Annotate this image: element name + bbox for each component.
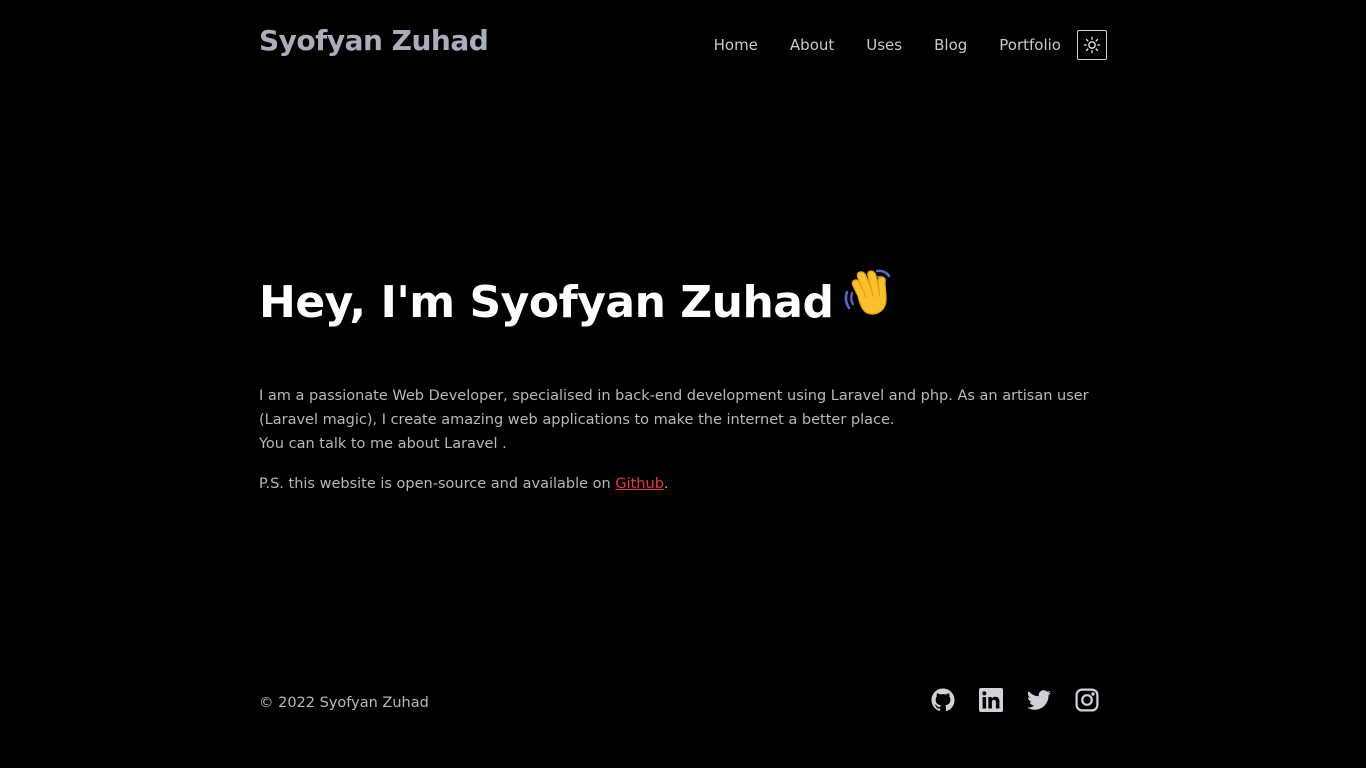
ps-prefix: P.S. this website is open-source and ava… xyxy=(259,476,616,492)
site-header: Syofyan Zuhad Home About Uses Blog Portf… xyxy=(259,0,1107,90)
intro-text: I am a passionate Web Developer, special… xyxy=(259,384,1107,496)
waving-hand-icon xyxy=(841,266,897,336)
intro-line-1: I am a passionate Web Developer, special… xyxy=(259,388,1089,428)
intro-line-2: You can talk to me about Laravel . xyxy=(259,436,507,452)
github-icon[interactable] xyxy=(931,688,955,712)
sun-icon xyxy=(1083,36,1101,54)
theme-toggle-button[interactable] xyxy=(1077,30,1107,60)
instagram-icon[interactable] xyxy=(1075,688,1099,712)
intro-paragraph: I am a passionate Web Developer, special… xyxy=(259,384,1107,456)
twitter-icon[interactable] xyxy=(1027,688,1051,712)
hero-heading: Hey, I'm Syofyan Zuhad xyxy=(259,269,1107,340)
ps-paragraph: P.S. this website is open-source and ava… xyxy=(259,472,1107,496)
main-nav: Home About Uses Blog Portfolio xyxy=(714,29,1107,61)
linkedin-icon[interactable] xyxy=(979,688,1003,712)
nav-uses-link[interactable]: Uses xyxy=(866,36,902,54)
ps-suffix: . xyxy=(663,476,669,492)
nav-portfolio-link[interactable]: Portfolio xyxy=(999,36,1061,54)
github-link[interactable]: Github xyxy=(615,476,664,492)
page-container: Syofyan Zuhad Home About Uses Blog Portf… xyxy=(259,0,1107,768)
nav-home-link[interactable]: Home xyxy=(714,36,758,54)
nav-about-link[interactable]: About xyxy=(790,36,834,54)
hero-heading-text: Hey, I'm Syofyan Zuhad xyxy=(259,277,834,328)
social-links xyxy=(931,688,1099,712)
site-brand-link[interactable]: Syofyan Zuhad xyxy=(259,24,489,57)
copyright-text: © 2022 Syofyan Zuhad xyxy=(259,695,429,711)
site-footer: © 2022 Syofyan Zuhad xyxy=(259,686,1107,726)
hero-section: Hey, I'm Syofyan Zuhad I am a passionate… xyxy=(259,269,1107,496)
nav-blog-link[interactable]: Blog xyxy=(934,36,967,54)
